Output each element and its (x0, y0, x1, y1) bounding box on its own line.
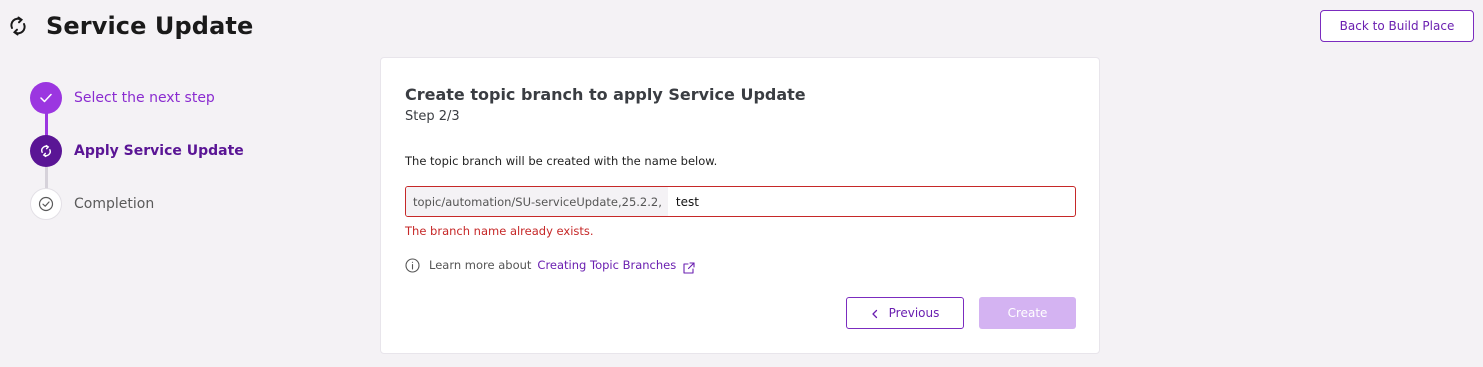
previous-button[interactable]: Previous (846, 297, 964, 329)
step-indicator: Step 2/3 (405, 109, 460, 124)
step-connector (45, 166, 48, 189)
info-icon (405, 257, 420, 273)
step-apply-service-update: Apply Service Update (30, 135, 244, 167)
refresh-icon (30, 135, 62, 167)
service-update-page: Service Update Back to Build Place Selec… (0, 0, 1483, 367)
step-label: Completion (74, 196, 155, 212)
error-message: The branch name already exists. (405, 224, 594, 238)
branch-name-field: topic/automation/SU-serviceUpdate,25.2.2… (405, 186, 1076, 217)
step-completion: Completion (30, 188, 154, 220)
check-icon (30, 82, 62, 114)
creating-topic-branches-link[interactable]: Creating Topic Branches (537, 258, 676, 272)
step-connector (45, 113, 48, 136)
check-circle-icon (30, 188, 62, 220)
learn-more-text: Learn more about (429, 258, 532, 272)
branch-prefix: topic/automation/SU-serviceUpdate,25.2.2… (406, 187, 668, 216)
step-label: Apply Service Update (74, 143, 244, 159)
previous-label: Previous (888, 306, 940, 320)
branch-name-input[interactable] (667, 187, 1075, 216)
external-link-icon[interactable] (683, 259, 695, 274)
step-label: Select the next step (74, 90, 215, 106)
back-to-build-place-button[interactable]: Back to Build Place (1320, 10, 1474, 42)
card-title: Create topic branch to apply Service Upd… (405, 85, 806, 104)
branch-description: The topic branch will be created with th… (405, 154, 718, 168)
topic-branch-card: Create topic branch to apply Service Upd… (380, 57, 1100, 354)
page-title: Service Update (46, 12, 254, 40)
learn-more-row: Learn more about Creating Topic Branches (405, 257, 695, 274)
create-button[interactable]: Create (979, 297, 1076, 329)
step-select-next-step[interactable]: Select the next step (30, 82, 215, 114)
refresh-icon (7, 15, 29, 37)
chevron-left-icon (871, 308, 879, 319)
